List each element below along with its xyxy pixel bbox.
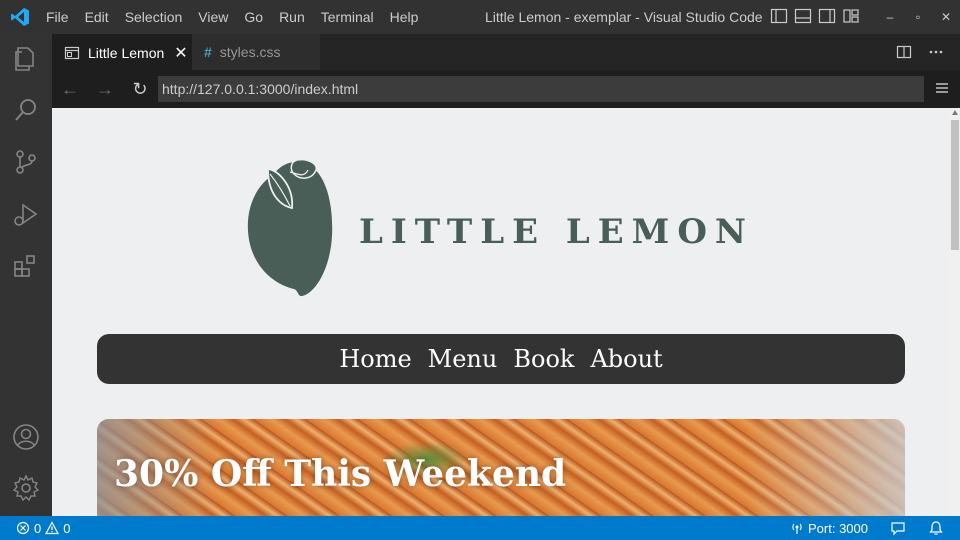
nav-link-menu[interactable]: Menu	[428, 345, 498, 373]
menu-file[interactable]: File	[46, 9, 69, 25]
title-bar: File Edit Selection View Go Run Terminal…	[0, 0, 960, 34]
menu-go[interactable]: Go	[244, 9, 263, 25]
menu-help[interactable]: Help	[390, 9, 419, 25]
reload-icon[interactable]: ↻	[130, 79, 150, 99]
url-input[interactable]	[158, 76, 924, 102]
broadcast-icon	[792, 523, 802, 534]
menu-bar: File Edit Selection View Go Run Terminal…	[46, 0, 434, 34]
hero-banner: 30% Off This Weekend	[97, 419, 905, 516]
lemon-logo-icon	[247, 158, 333, 297]
tab-label: Little Lemon	[88, 45, 165, 61]
editor-tab-bar: Little Lemon ✕ # styles.css	[52, 34, 960, 71]
layout-controls	[770, 7, 860, 25]
menu-view[interactable]: View	[198, 9, 228, 25]
css-file-icon: #	[204, 44, 212, 60]
tab-label: styles.css	[219, 44, 281, 60]
source-control-icon[interactable]	[10, 146, 42, 178]
tab-styles-css[interactable]: # styles.css	[192, 34, 320, 70]
error-count: 0	[34, 520, 42, 536]
tab-little-lemon[interactable]: Little Lemon ✕	[52, 34, 192, 71]
scroll-up-icon[interactable]	[952, 110, 958, 115]
problems-indicator[interactable]: 0 0	[16, 516, 70, 540]
status-bar-right: Port: 3000	[790, 516, 944, 540]
toggle-secondary-sidebar-icon[interactable]	[818, 7, 836, 25]
toggle-panel-icon[interactable]	[794, 7, 812, 25]
page-scrollbar[interactable]	[950, 108, 960, 516]
window-controls: – ▫ ✕	[876, 0, 960, 34]
close-window-button[interactable]: ✕	[932, 0, 960, 34]
scroll-thumb[interactable]	[951, 120, 959, 250]
toggle-primary-sidebar-icon[interactable]	[770, 7, 788, 25]
gear-icon[interactable]	[10, 472, 42, 504]
window-title: Little Lemon - exemplar - Visual Studio …	[485, 9, 763, 25]
search-icon[interactable]	[10, 94, 42, 126]
close-tab-icon[interactable]: ✕	[174, 43, 187, 63]
feedback-icon[interactable]	[890, 520, 906, 536]
menu-edit[interactable]: Edit	[85, 9, 109, 25]
editor-actions	[896, 34, 944, 70]
nav-link-book[interactable]: Book	[513, 345, 574, 373]
more-actions-icon[interactable]	[928, 44, 944, 60]
nav-link-about[interactable]: About	[590, 345, 662, 373]
vscode-logo-icon	[11, 8, 29, 26]
browser-toolbar: ← → ↻	[52, 70, 960, 108]
port-label: Port: 3000	[808, 520, 868, 536]
bell-icon[interactable]	[928, 520, 944, 536]
brand-name: LITTLE LEMON	[359, 212, 755, 252]
customize-layout-icon[interactable]	[842, 7, 860, 25]
minimize-button[interactable]: –	[876, 0, 904, 34]
forward-icon[interactable]: →	[95, 79, 115, 99]
back-icon[interactable]: ←	[60, 79, 80, 99]
extensions-icon[interactable]	[10, 250, 42, 282]
menu-run[interactable]: Run	[279, 9, 305, 25]
hero-title: 30% Off This Weekend	[114, 453, 567, 495]
run-debug-icon[interactable]	[10, 198, 42, 230]
hero-image-shade	[745, 419, 905, 516]
browser-menu-icon[interactable]	[934, 80, 950, 96]
port-indicator[interactable]: Port: 3000	[790, 521, 868, 536]
restore-button[interactable]: ▫	[904, 0, 932, 34]
status-bar: 0 0 Port: 3000	[0, 516, 960, 540]
account-icon[interactable]	[10, 421, 42, 453]
warning-count: 0	[63, 520, 71, 536]
site-nav: Home Menu Book About	[97, 334, 905, 384]
menu-selection[interactable]: Selection	[125, 9, 183, 25]
error-icon	[16, 521, 30, 535]
nav-link-home[interactable]: Home	[339, 345, 411, 373]
menu-terminal[interactable]: Terminal	[321, 9, 374, 25]
activity-bar	[0, 34, 52, 516]
warning-icon	[45, 521, 60, 535]
split-editor-icon[interactable]	[896, 44, 912, 60]
browser-viewport: LITTLE LEMON Home Menu Book About 30% Of…	[52, 108, 960, 516]
preview-icon	[64, 46, 80, 60]
explorer-icon[interactable]	[10, 42, 42, 74]
